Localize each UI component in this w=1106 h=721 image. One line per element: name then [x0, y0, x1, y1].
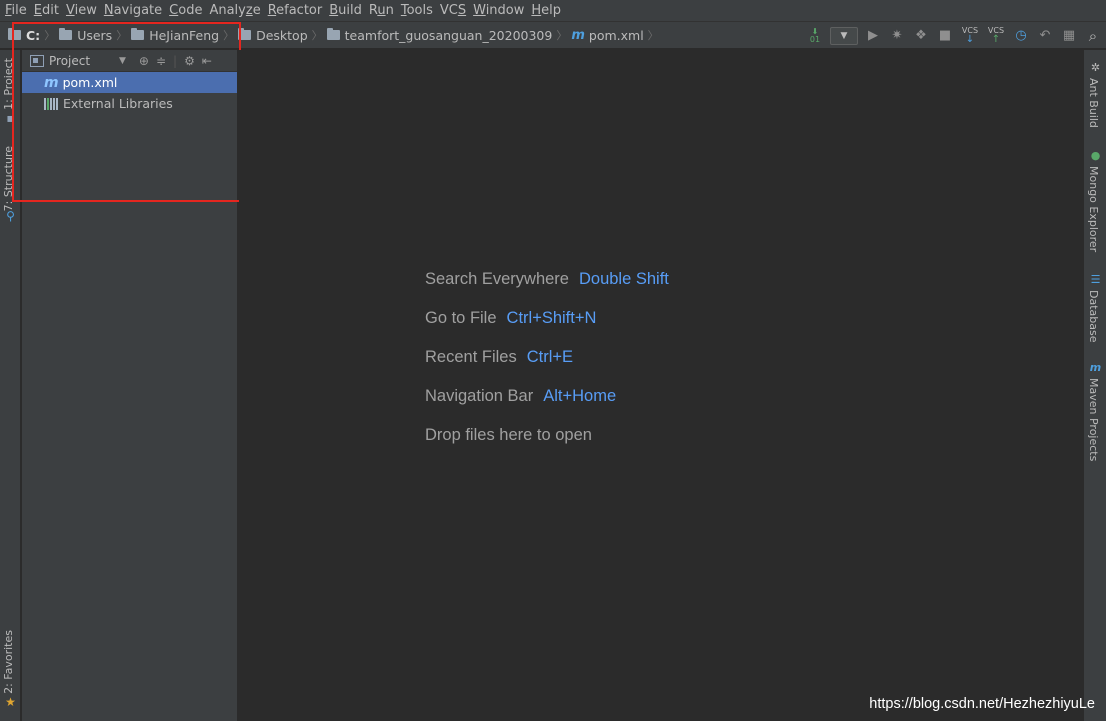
folder-icon: ▪ [6, 111, 15, 125]
project-panel: Project ▼ ⊕ ≑ | ⚙ ⇤ m pom.xml External L… [22, 50, 238, 721]
breadcrumb-user[interactable]: HeJianFeng 〉 [131, 27, 234, 43]
mongo-explorer-tool-tab[interactable]: Mongo Explorer [1087, 166, 1100, 252]
folder-icon [8, 28, 21, 40]
ant-icon: ✲ [1090, 61, 1101, 74]
scroll-from-source-icon[interactable]: ⊕ [139, 54, 149, 68]
maven-projects-tool-tab[interactable]: Maven Projects [1087, 378, 1100, 461]
maven-icon: m [571, 27, 585, 43]
run-icon[interactable]: ▶ [864, 27, 882, 45]
menu-run[interactable]: Run [368, 0, 399, 22]
breadcrumb-project[interactable]: teamfort_guosanguan_20200309 〉 [326, 27, 567, 43]
watermark-text: https://blog.csdn.net/HezhezhiyuLe [869, 696, 1095, 712]
stop-icon[interactable]: ■ [936, 27, 954, 45]
left-tool-strip: 1: Project ▪ 7: Structure ⚲ 2: Favorites… [0, 50, 21, 721]
hint-go-to-file: Go to File Ctrl+Shift+N [425, 309, 597, 327]
ant-build-tool-tab[interactable]: Ant Build [1087, 78, 1100, 128]
revert-icon[interactable]: ↶ [1036, 27, 1054, 45]
database-tool-tab[interactable]: Database [1087, 290, 1100, 343]
hint-recent-files: Recent Files Ctrl+E [425, 348, 574, 366]
menu-edit[interactable]: Edit [33, 0, 64, 22]
menu-bar: File Edit View Navigate Code Analyze Ref… [0, 0, 1106, 22]
breadcrumb-file[interactable]: m pom.xml 〉 [571, 27, 658, 43]
maven-icon: m [44, 74, 59, 91]
hint-drop-files: Drop files here to open [425, 426, 592, 444]
vcs-history-icon[interactable]: ◷ [1012, 27, 1030, 45]
structure-tool-tab[interactable]: 7: Structure [2, 146, 15, 211]
vcs-update-button[interactable]: VCS ↓ [960, 26, 980, 45]
menu-analyze[interactable]: Analyze [208, 0, 265, 22]
hide-panel-icon[interactable]: ⇤ [202, 54, 212, 68]
tree-item-external-libraries[interactable]: External Libraries [22, 93, 237, 114]
right-tool-strip: ✲ Ant Build ● Mongo Explorer ☰ Database … [1083, 50, 1106, 721]
collapse-all-icon[interactable]: ≑ [156, 54, 166, 68]
project-view-icon [30, 54, 44, 67]
maven-icon: m [1089, 361, 1102, 374]
divider: | [173, 53, 178, 68]
editor-empty-area[interactable]: Search Everywhere Double Shift Go to File… [239, 50, 1083, 721]
favorites-tool-tab[interactable]: 2: Favorites [2, 630, 15, 694]
navigation-bar: C: 〉 Users 〉 HeJianFeng 〉 Desktop 〉 teamfort… [0, 22, 1106, 49]
chevron-down-icon[interactable]: ▼ [119, 56, 126, 66]
search-icon[interactable]: ⌕ [1084, 27, 1102, 45]
main-toolbar: ⬇ 01 ▼ ▶ ✷ ❖ ■ VCS ↓ VCS ↑ ◷ ↶ ▦ ⌕ [806, 22, 1102, 49]
hint-search-everywhere: Search Everywhere Double Shift [425, 270, 669, 288]
tree-item-pom[interactable]: m pom.xml [22, 72, 237, 93]
breadcrumb-desktop[interactable]: Desktop 〉 [238, 27, 323, 43]
folder-icon [238, 28, 252, 40]
menu-help[interactable]: Help [530, 0, 566, 22]
menu-refactor[interactable]: Refactor [267, 0, 328, 22]
menu-navigate[interactable]: Navigate [103, 0, 167, 22]
menu-window[interactable]: Window [472, 0, 529, 22]
library-icon [44, 97, 58, 110]
folder-icon [326, 28, 340, 40]
sort-icon[interactable]: ⬇ 01 [806, 27, 824, 45]
mongo-leaf-icon: ● [1090, 149, 1101, 162]
folder-icon [131, 28, 145, 40]
menu-vcs[interactable]: VCS [439, 0, 471, 22]
breadcrumb: C: 〉 Users 〉 HeJianFeng 〉 Desktop 〉 teamfort… [0, 22, 663, 49]
menu-file[interactable]: File [4, 0, 32, 22]
structure-icon: ⚲ [6, 209, 15, 223]
debug-icon[interactable]: ✷ [888, 27, 906, 45]
vcs-commit-button[interactable]: VCS ↑ [986, 26, 1006, 45]
database-icon: ☰ [1090, 273, 1101, 286]
hint-navigation-bar: Navigation Bar Alt+Home [425, 387, 617, 405]
menu-code[interactable]: Code [168, 0, 207, 22]
menu-build[interactable]: Build [328, 0, 367, 22]
breadcrumb-users[interactable]: Users 〉 [59, 27, 127, 43]
menu-view[interactable]: View [65, 0, 102, 22]
project-structure-icon[interactable]: ▦ [1060, 27, 1078, 45]
project-view-selector[interactable]: Project [49, 54, 123, 68]
breadcrumb-drive[interactable]: C: 〉 [8, 27, 55, 43]
project-panel-header: Project ▼ ⊕ ≑ | ⚙ ⇤ [22, 50, 237, 72]
gear-icon[interactable]: ⚙ [184, 54, 195, 68]
star-icon: ★ [5, 695, 16, 709]
menu-tools[interactable]: Tools [400, 0, 438, 22]
coverage-icon[interactable]: ❖ [912, 27, 930, 45]
project-tool-tab[interactable]: 1: Project [2, 58, 15, 110]
run-configuration-select[interactable]: ▼ [830, 26, 858, 45]
folder-icon [59, 28, 73, 40]
